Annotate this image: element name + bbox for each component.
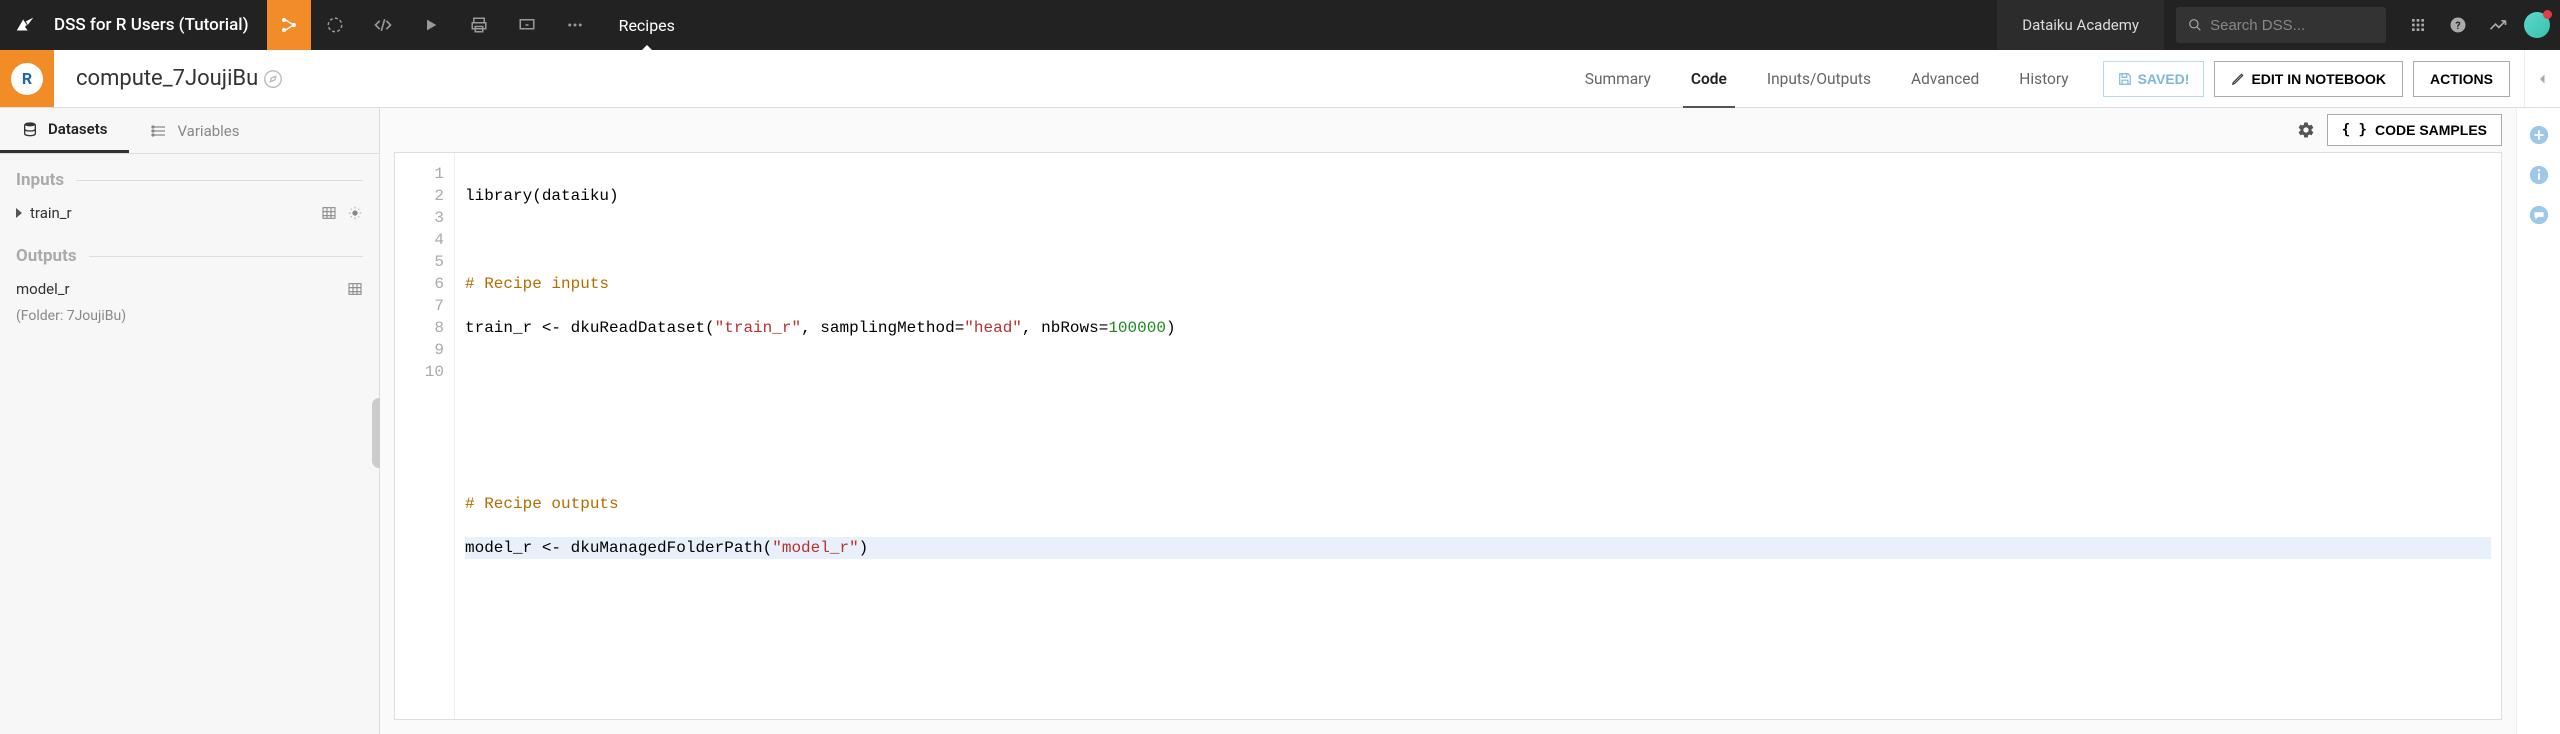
tab-io[interactable]: Inputs/Outputs	[1747, 50, 1891, 107]
add-icon[interactable]	[2528, 124, 2550, 146]
saved-indicator: SAVED!	[2103, 61, 2205, 97]
user-avatar[interactable]	[2524, 12, 2550, 38]
academy-link[interactable]: Dataiku Academy	[1997, 0, 2164, 50]
table-icon[interactable]	[321, 205, 337, 221]
gear-icon[interactable]	[347, 205, 363, 221]
compass-icon[interactable]	[262, 68, 284, 90]
code-samples-button[interactable]: { } CODE SAMPLES	[2327, 114, 2502, 146]
info-icon[interactable]	[2528, 164, 2550, 186]
table-icon[interactable]	[347, 281, 363, 297]
datasets-tab[interactable]: Datasets	[0, 108, 129, 153]
input-item[interactable]: train_r	[0, 196, 379, 230]
search-icon	[2188, 17, 2202, 33]
topbar-right-icons: ?	[2398, 0, 2560, 50]
body: Datasets Variables Inputs train_r Output…	[0, 108, 2560, 734]
edit-notebook-label: EDIT IN NOTEBOOK	[2251, 71, 2386, 87]
actions-button[interactable]: ACTIONS	[2413, 61, 2510, 97]
notification-dot	[2543, 10, 2552, 19]
chat-icon[interactable]	[2528, 204, 2550, 226]
recipe-name-text: compute_7JoujiBu	[76, 66, 258, 91]
edit-in-notebook-button[interactable]: EDIT IN NOTEBOOK	[2214, 61, 2403, 97]
saved-label: SAVED!	[2138, 71, 2190, 87]
output-item-subtitle: (Folder: 7JoujiBu)	[0, 306, 379, 334]
dataiku-logo-icon[interactable]	[0, 14, 50, 36]
inputs-title-text: Inputs	[16, 170, 64, 190]
code-editor[interactable]: 1 2 3 4 5 6 7 8 9 10 library(dataiku) # …	[394, 152, 2502, 720]
expand-triangle-icon[interactable]	[16, 208, 22, 218]
editor-toolbar: { } CODE SAMPLES	[380, 108, 2516, 152]
outputs-section-title: Outputs	[0, 230, 379, 272]
save-icon	[2118, 72, 2132, 86]
braces-icon: { }	[2342, 122, 2367, 138]
play-nav-icon[interactable]	[407, 0, 455, 50]
pencil-icon	[2231, 72, 2245, 86]
code-samples-label: CODE SAMPLES	[2375, 122, 2487, 138]
variables-icon	[151, 123, 167, 139]
more-nav-icon[interactable]	[551, 0, 599, 50]
editor-area: { } CODE SAMPLES 1 2 3 4 5 6 7 8 9 10 li…	[380, 108, 2516, 734]
action-buttons: SAVED! EDIT IN NOTEBOOK ACTIONS	[2089, 50, 2524, 107]
line-number-gutter: 1 2 3 4 5 6 7 8 9 10	[395, 153, 455, 719]
tab-summary[interactable]: Summary	[1565, 50, 1671, 107]
outputs-title-text: Outputs	[16, 246, 77, 266]
tab-code[interactable]: Code	[1671, 50, 1747, 107]
datasets-icon	[22, 121, 38, 137]
right-rail	[2516, 108, 2560, 734]
collapse-right-icon[interactable]	[2524, 50, 2560, 107]
input-item-actions	[321, 205, 363, 221]
tab-advanced[interactable]: Advanced	[1891, 50, 1999, 107]
svg-text:?: ?	[2455, 19, 2460, 32]
tab-history[interactable]: History	[1999, 50, 2088, 107]
search-input[interactable]	[2210, 17, 2374, 34]
help-icon[interactable]: ?	[2438, 0, 2478, 50]
recipe-tabs: Summary Code Inputs/Outputs Advanced His…	[1565, 50, 2089, 107]
print-nav-icon[interactable]	[455, 0, 503, 50]
project-title[interactable]: DSS for R Users (Tutorial)	[50, 15, 267, 35]
topbar-left: DSS for R Users (Tutorial) Recipes	[0, 0, 695, 50]
code-content[interactable]: library(dataiku) # Recipe inputs train_r…	[455, 153, 2501, 719]
output-item-name: model_r	[16, 280, 347, 298]
screen-nav-icon[interactable]	[503, 0, 551, 50]
editor-settings-icon[interactable]	[2297, 121, 2315, 139]
r-badge-icon: R	[11, 63, 43, 95]
recipe-header: R compute_7JoujiBu Summary Code Inputs/O…	[0, 50, 2560, 108]
apps-icon[interactable]	[2398, 0, 2438, 50]
left-panel-tabs: Datasets Variables	[0, 108, 379, 154]
activity-icon[interactable]	[2478, 0, 2518, 50]
left-panel: Datasets Variables Inputs train_r Output…	[0, 108, 380, 734]
inputs-section-title: Inputs	[0, 154, 379, 196]
recipe-name[interactable]: compute_7JoujiBu	[54, 50, 298, 107]
global-search[interactable]	[2176, 7, 2386, 43]
flow-button[interactable]	[267, 0, 311, 50]
recipe-type-badge: R	[0, 50, 54, 107]
breadcrumb-current[interactable]: Recipes	[599, 16, 695, 35]
top-bar: DSS for R Users (Tutorial) Recipes Datai…	[0, 0, 2560, 50]
variables-tab[interactable]: Variables	[129, 108, 261, 153]
datasets-tab-label: Datasets	[48, 120, 107, 138]
output-item-actions	[347, 281, 363, 297]
variables-tab-label: Variables	[177, 122, 239, 140]
circle-nav-icon[interactable]	[311, 0, 359, 50]
top-nav-icons	[311, 0, 599, 50]
input-item-name: train_r	[30, 204, 321, 222]
code-nav-icon[interactable]	[359, 0, 407, 50]
output-item[interactable]: model_r	[0, 272, 379, 306]
actions-label: ACTIONS	[2430, 71, 2493, 87]
